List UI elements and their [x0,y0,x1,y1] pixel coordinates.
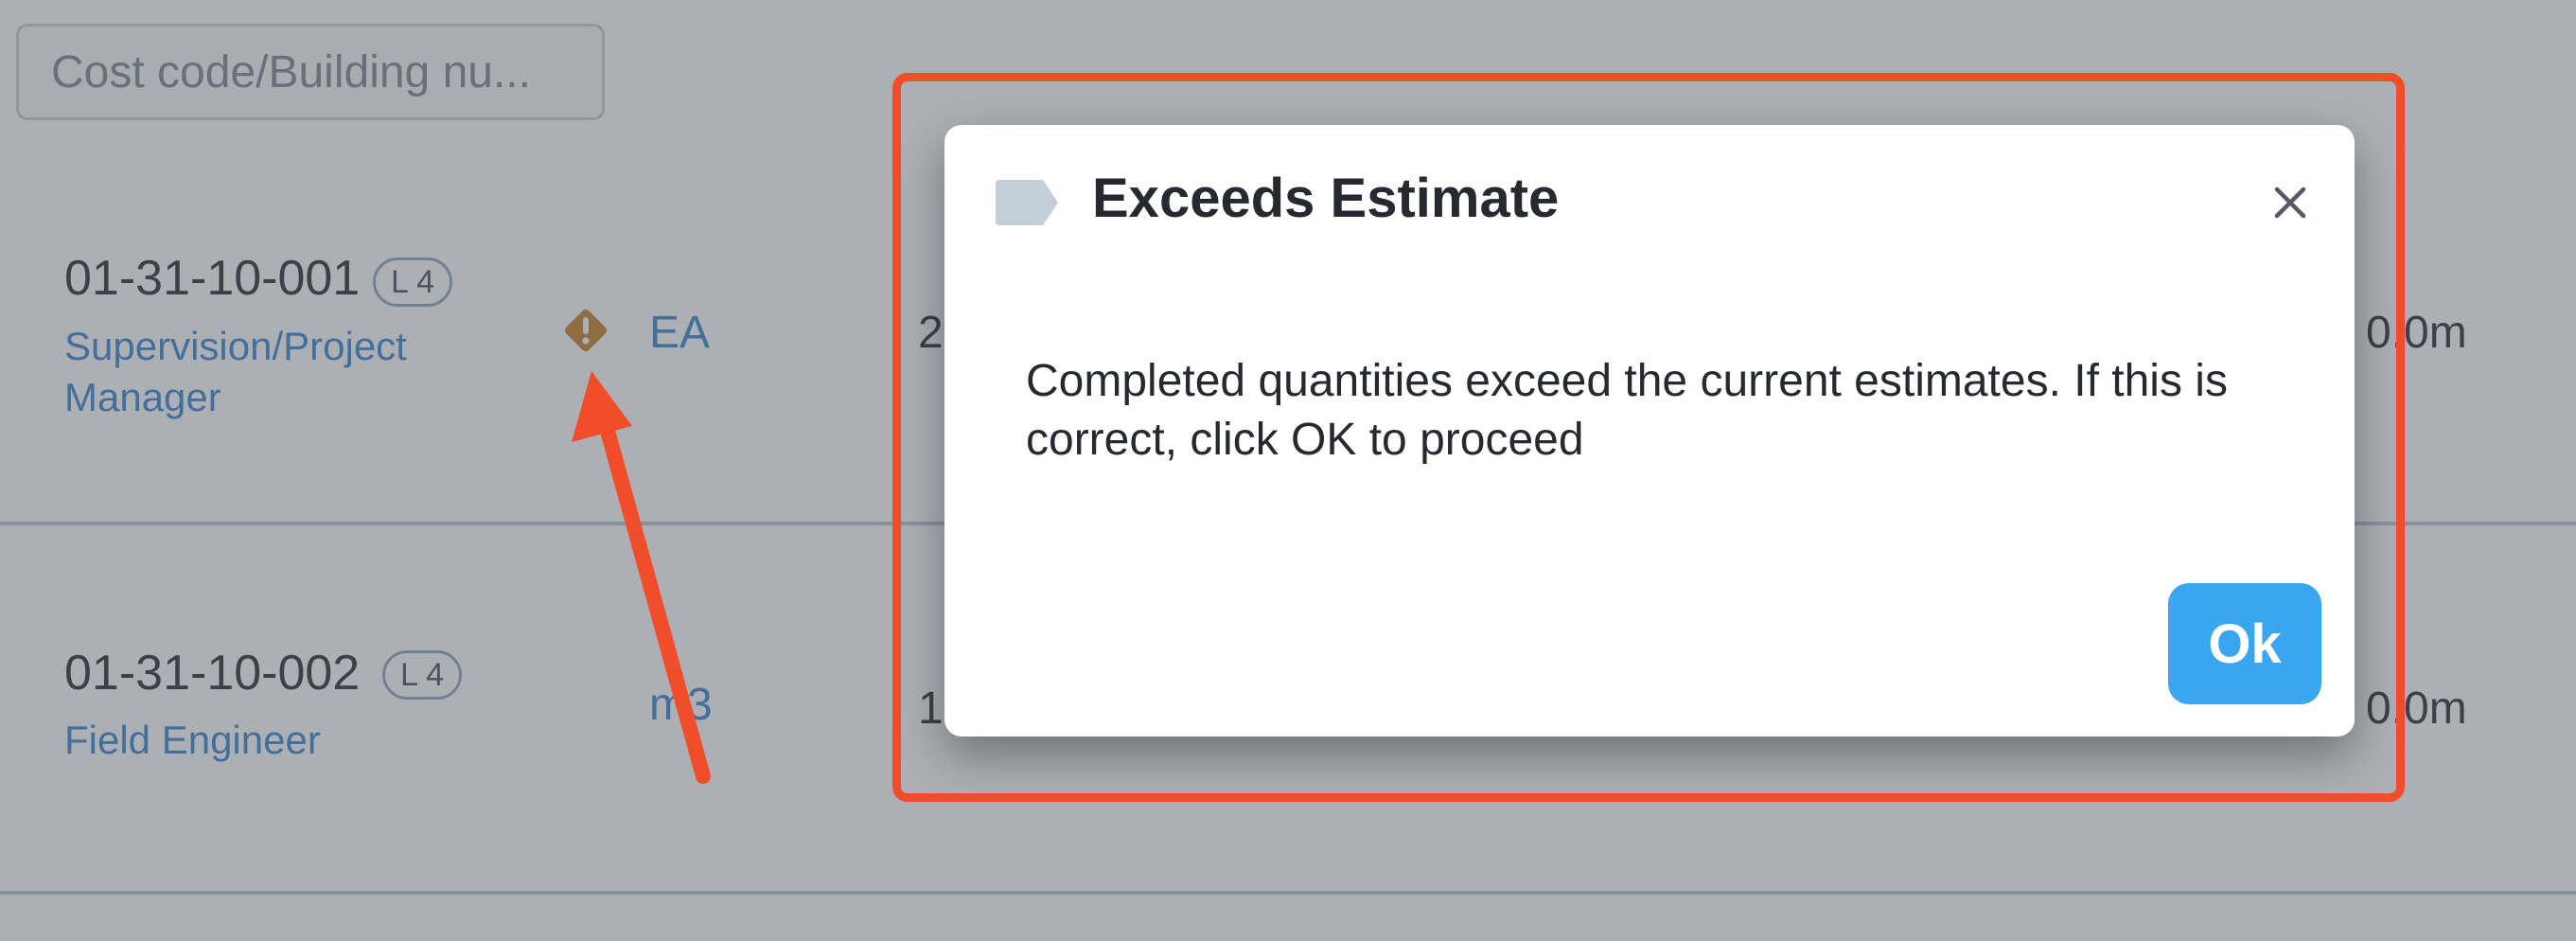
close-icon [2274,186,2306,219]
dialog-title: Exceeds Estimate [1092,168,1560,229]
tag-icon [996,180,1058,225]
dialog-message: Completed quantities exceed the current … [1026,356,2228,465]
ok-button[interactable]: Ok [2168,583,2321,704]
exceeds-estimate-dialog: Exceeds Estimate Completed quantities ex… [944,125,2355,737]
close-button[interactable] [2262,174,2319,231]
